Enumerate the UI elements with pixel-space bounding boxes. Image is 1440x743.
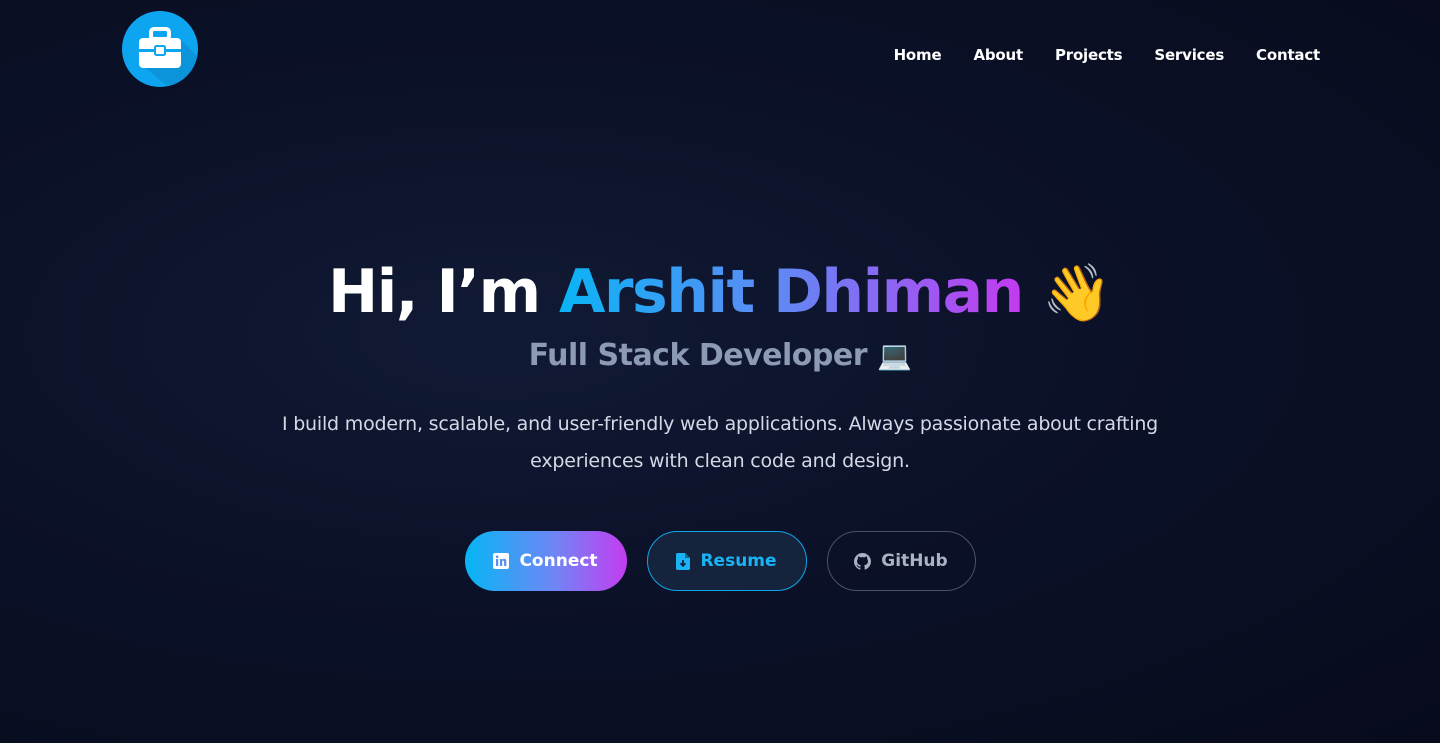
nav-services[interactable]: Services: [1154, 44, 1224, 66]
linkedin-icon: [493, 553, 510, 569]
site-header: Home About Projects Services Contact: [0, 0, 1440, 110]
github-label: GitHub: [881, 551, 948, 571]
github-button[interactable]: GitHub: [826, 531, 976, 591]
connect-button[interactable]: Connect: [464, 531, 627, 591]
nav-home[interactable]: Home: [894, 44, 942, 66]
resume-label: Resume: [700, 551, 777, 571]
connect-label: Connect: [519, 551, 598, 571]
waving-hand-icon: 👋: [1042, 261, 1113, 326]
nav-about[interactable]: About: [973, 44, 1023, 66]
hero-description: I build modern, scalable, and user-frien…: [281, 413, 1159, 472]
hero-buttons: Connect Resume GitHub: [0, 531, 1440, 591]
hero-subtitle: Full Stack Developer 💻: [0, 336, 1440, 376]
hero-title: Hi, I’m Arshit Dhiman 👋: [0, 250, 1440, 336]
hero-section: Hi, I’m Arshit Dhiman 👋 Full Stack Devel…: [0, 250, 1440, 480]
main-nav: Home About Projects Services Contact: [894, 44, 1321, 66]
laptop-icon: 💻: [876, 339, 912, 372]
hero-greeting: Hi, I’m: [327, 257, 541, 327]
hero-subtitle-text: Full Stack Developer: [528, 338, 868, 373]
nav-projects[interactable]: Projects: [1055, 44, 1123, 66]
github-icon: [854, 552, 872, 570]
logo[interactable]: [122, 11, 198, 87]
briefcase-icon: [139, 27, 198, 87]
nav-contact[interactable]: Contact: [1256, 44, 1320, 66]
file-download-icon: [676, 552, 691, 570]
hero-name: Arshit Dhiman: [558, 257, 1024, 327]
resume-button[interactable]: Resume: [646, 531, 807, 591]
